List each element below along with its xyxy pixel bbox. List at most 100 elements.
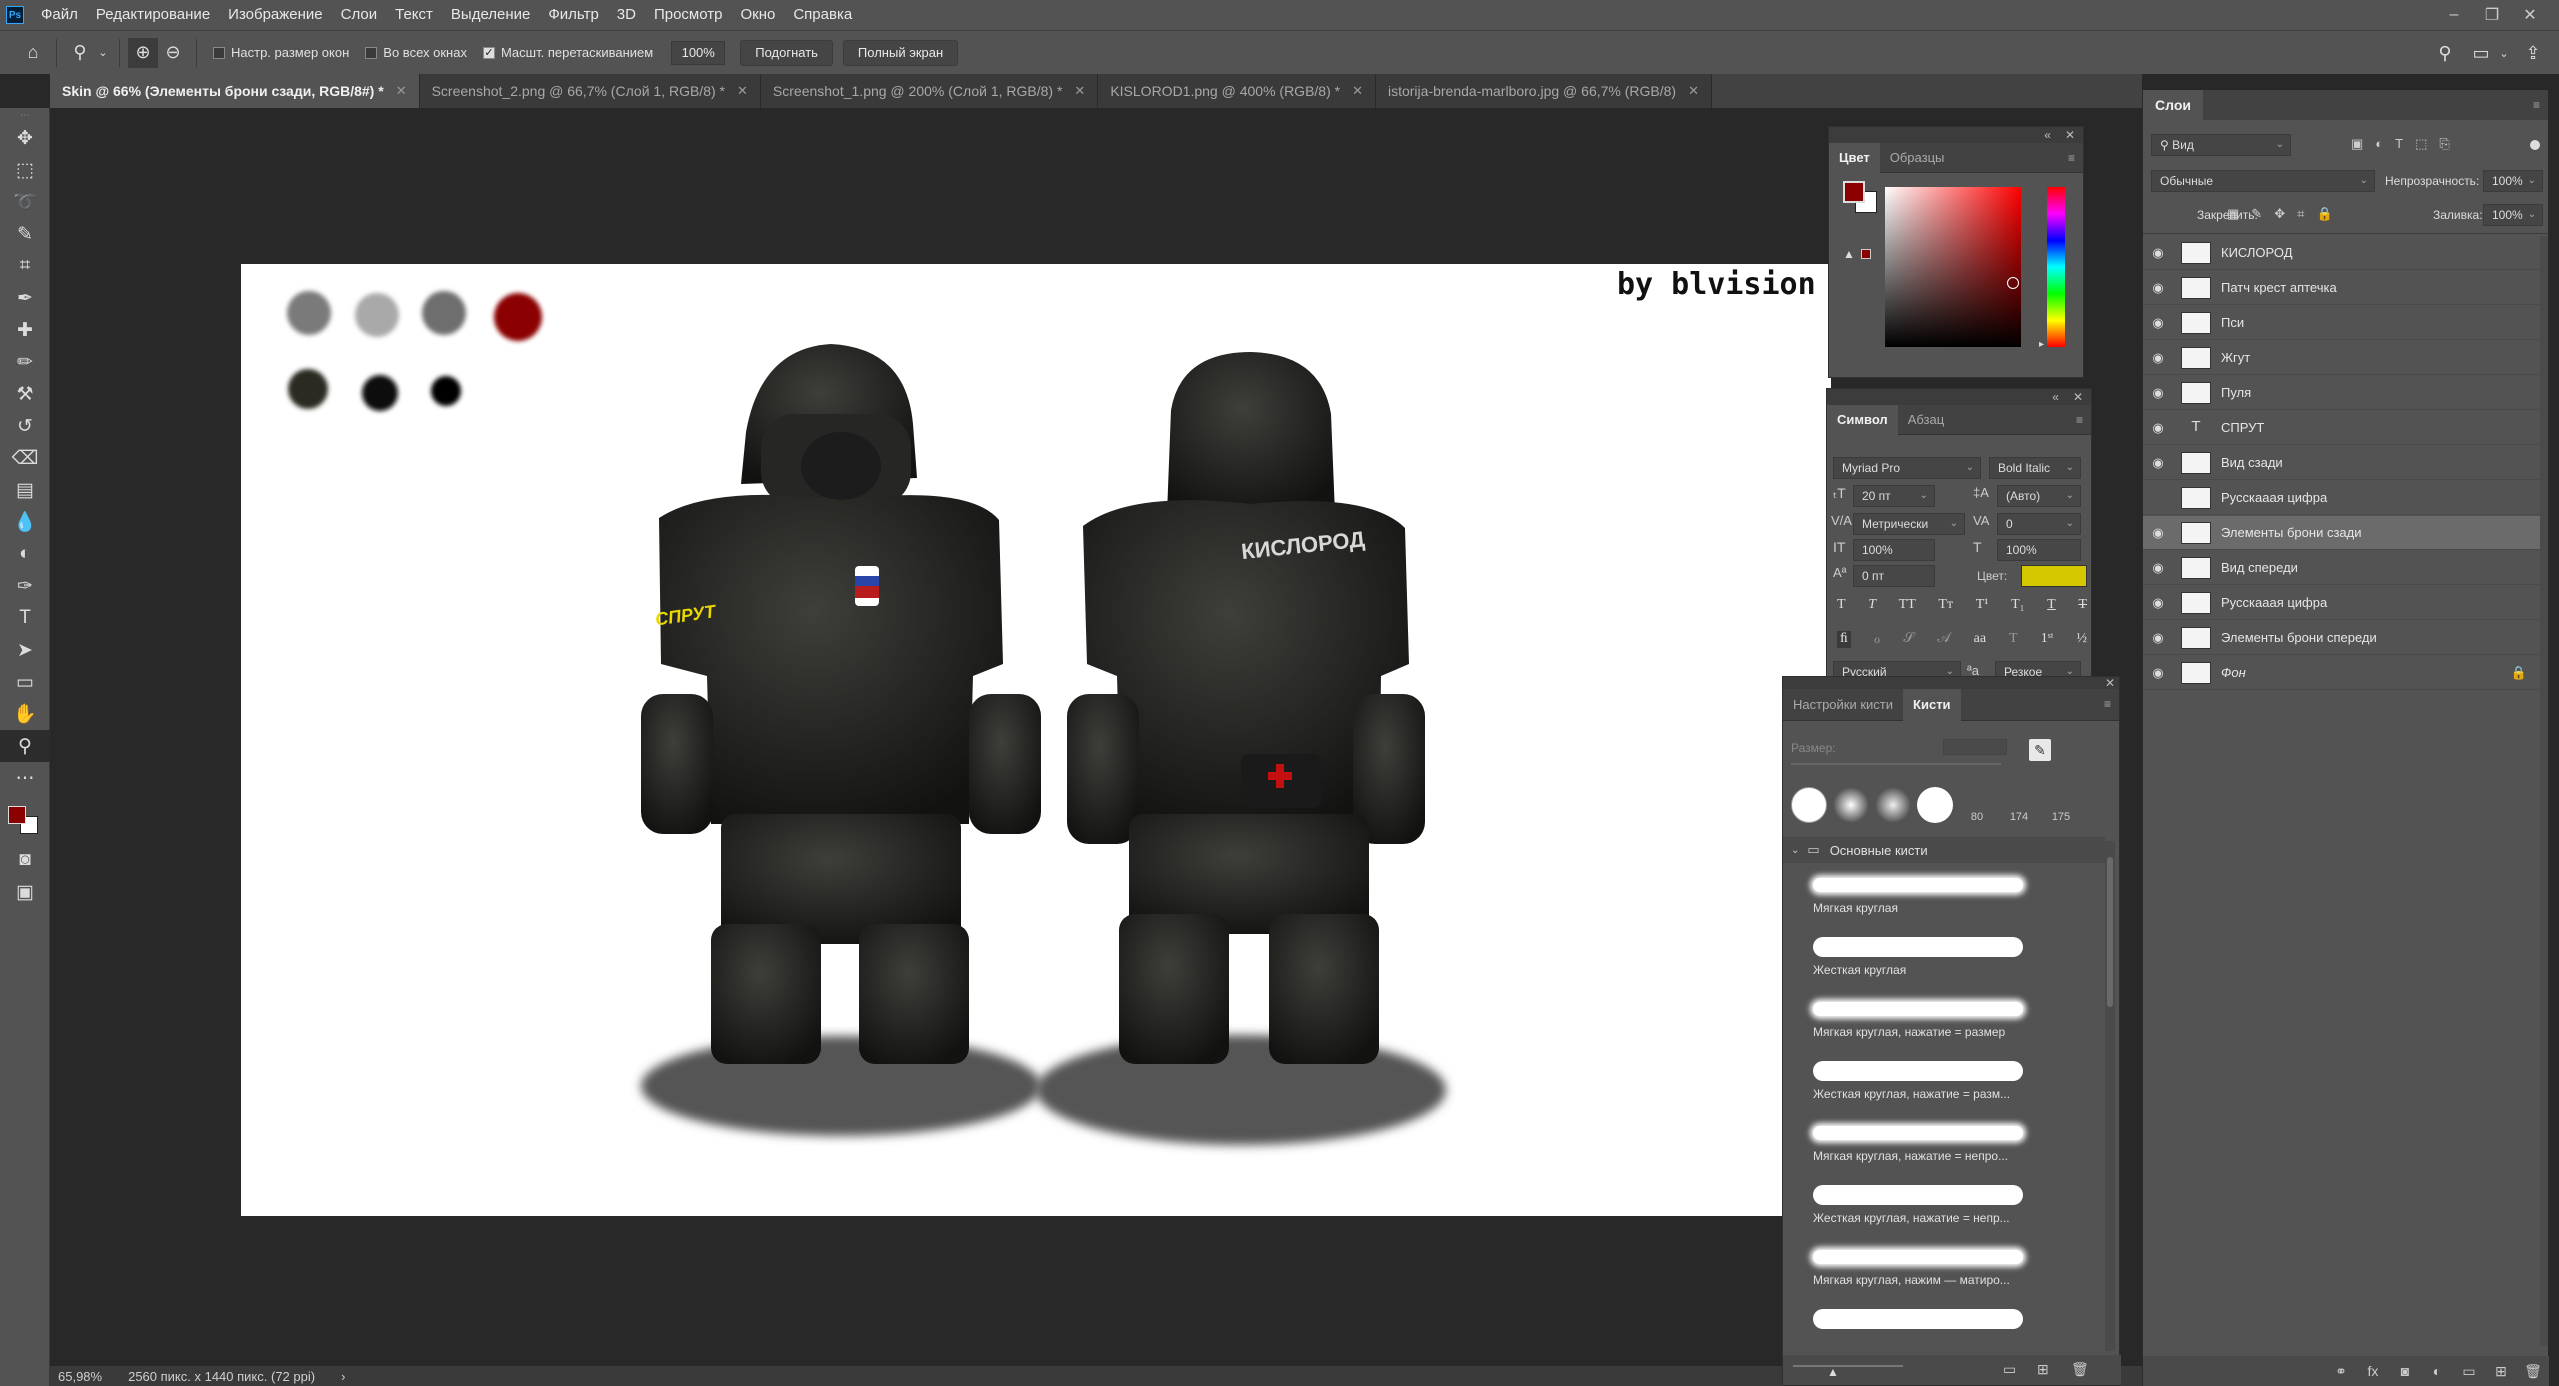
layer-name[interactable]: КИСЛОРОД (2221, 245, 2293, 260)
link-layers-icon[interactable]: ⚭ (2325, 1363, 2357, 1380)
layers-scrollbar[interactable] (2540, 236, 2548, 1346)
new-brush-preset-icon[interactable]: ⊞ (2037, 1361, 2049, 1378)
layer-thumbnail[interactable] (2181, 591, 2211, 614)
add-mask-icon[interactable]: ◙ (2389, 1363, 2421, 1379)
visibility-eye-icon[interactable]: ◉ (2143, 245, 2173, 261)
brush-preset-item[interactable]: Жесткая круглая, нажатие = непр... (1803, 1177, 2061, 1239)
chevron-down-icon[interactable]: ⌄ (95, 38, 111, 68)
layer-name[interactable]: СПРУТ (2221, 420, 2264, 435)
menu-select[interactable]: Выделение (442, 0, 539, 30)
close-panel-icon[interactable]: ✕ (2065, 128, 2075, 142)
gradient-tool-icon[interactable]: ▤ (0, 474, 50, 506)
new-group-icon[interactable]: ▭ (2453, 1363, 2485, 1380)
layer-name[interactable]: Пси (2221, 315, 2244, 330)
layer-name[interactable]: Жгут (2221, 350, 2250, 365)
brush-preset-soft-round-2[interactable] (1875, 787, 1911, 823)
ordinals-icon[interactable]: T (2009, 631, 2018, 648)
brush-preset-item[interactable] (1803, 1301, 2061, 1347)
opacity-field[interactable]: 100% ⌄ (2483, 170, 2543, 192)
font-size-field[interactable]: 20 пт ⌄ (1853, 485, 1935, 507)
layer-thumbnail[interactable] (2181, 486, 2211, 509)
trash-icon[interactable]: 🗑 (2071, 1361, 2089, 1378)
tab-swatches[interactable]: Образцы (1880, 143, 1955, 173)
filter-shape-icon[interactable]: ⬚ (2415, 136, 2427, 152)
small-caps-icon[interactable]: Tт (1938, 597, 1953, 613)
visibility-eye-icon[interactable]: ◉ (2143, 630, 2173, 646)
superscript-icon[interactable]: T¹ (1976, 597, 1989, 613)
brush-preset-174[interactable]: 174 (2001, 787, 2037, 823)
close-tab-icon[interactable]: ✕ (1352, 83, 1363, 99)
minimize-icon[interactable]: – (2436, 0, 2472, 30)
layer-thumbnail[interactable] (2181, 521, 2211, 544)
layer-row[interactable]: ◉ Русскааая цифра (2143, 586, 2543, 620)
layer-row[interactable]: ◉ Элементы брони спереди (2143, 621, 2543, 655)
filter-adjustment-icon[interactable]: ◐ (2375, 136, 2383, 152)
quick-select-tool-icon[interactable]: ✎ (0, 218, 50, 250)
panel-menu-icon[interactable]: ≡ (2068, 151, 2075, 165)
layer-style-icon[interactable]: fx (2357, 1363, 2389, 1379)
new-group-icon[interactable]: ▭ (2003, 1361, 2016, 1378)
layer-row[interactable]: ◉ Патч крест аптечка (2143, 271, 2543, 305)
home-icon[interactable]: ⌂ (18, 38, 48, 68)
close-panel-icon[interactable]: ✕ (2073, 390, 2083, 404)
layer-name[interactable]: Элементы брони сзади (2221, 525, 2361, 540)
menu-filter[interactable]: Фильтр (539, 0, 607, 30)
visibility-eye-icon[interactable]: ◉ (2143, 525, 2173, 541)
layer-thumbnail[interactable] (2181, 276, 2211, 299)
layer-thumbnail[interactable] (2181, 311, 2211, 334)
menu-edit[interactable]: Редактирование (87, 0, 219, 30)
strikethrough-icon[interactable]: T (2078, 597, 2087, 613)
fill-screen-button[interactable]: Полный экран (842, 39, 959, 66)
layer-name[interactable]: Фон (2221, 665, 2246, 680)
tab-brush-settings[interactable]: Настройки кисти (1783, 689, 1903, 721)
fit-screen-button[interactable]: Подогнать (740, 39, 833, 66)
blend-mode-dropdown[interactable]: Обычные ⌄ (2151, 170, 2375, 192)
ordinal-first-icon[interactable]: 1ˢᵗ (2041, 631, 2054, 648)
menu-3d[interactable]: 3D (608, 0, 645, 30)
workspace-icon[interactable]: ▭ (2466, 38, 2496, 68)
layer-row[interactable]: ◉ Пуля (2143, 376, 2543, 410)
move-tool-icon[interactable]: ✥ (0, 122, 50, 154)
lock-pixels-icon[interactable]: ✎ (2251, 206, 2262, 222)
layer-name[interactable]: Вид сзади (2221, 455, 2283, 470)
collapse-icon[interactable]: « (2052, 390, 2059, 404)
share-icon[interactable]: ⇪ (2518, 38, 2548, 68)
brush-tool-icon[interactable]: ✏ (0, 346, 50, 378)
baseline-shift-field[interactable]: 0 пт (1853, 565, 1935, 587)
layer-row[interactable]: ◉ Фон 🔒 (2143, 656, 2543, 690)
zoom-value-field[interactable]: 100% (671, 40, 726, 65)
slider-handle-icon[interactable]: ▲ (1827, 1365, 1839, 1379)
zoom-out-icon[interactable]: ⊖ (158, 38, 188, 68)
type-tool-icon[interactable]: T (0, 602, 50, 634)
layer-thumbnail[interactable] (2181, 346, 2211, 369)
close-tab-icon[interactable]: ✕ (737, 83, 748, 99)
tab-character[interactable]: Символ (1827, 404, 1898, 435)
discretionary-ligatures-icon[interactable]: ℴ (1874, 631, 1880, 648)
visibility-eye-icon[interactable]: ◉ (2143, 665, 2173, 681)
quick-mask-icon[interactable]: ◙ (0, 844, 50, 876)
lock-position-icon[interactable]: ✥ (2274, 206, 2285, 222)
brush-preset-item[interactable]: Мягкая круглая, нажатие = размер (1803, 991, 2061, 1053)
brush-preset-item[interactable]: Мягкая круглая, нажатие = непро... (1803, 1115, 2061, 1177)
close-window-icon[interactable]: ✕ (2512, 0, 2548, 30)
new-layer-icon[interactable]: ⊞ (2485, 1363, 2517, 1380)
layer-row[interactable]: ◉ Вид спереди (2143, 551, 2543, 585)
brush-preset-item[interactable]: Жесткая круглая (1803, 929, 2061, 991)
menu-type[interactable]: Текст (386, 0, 442, 30)
dodge-tool-icon[interactable]: ◐ (0, 538, 50, 570)
visibility-eye-icon[interactable]: ◉ (2143, 315, 2173, 331)
tab-skin[interactable]: Skin @ 66% (Элементы брони сзади, RGB/8#… (50, 74, 420, 108)
layer-row[interactable]: ◉ Жгут (2143, 341, 2543, 375)
font-style-dropdown[interactable]: Bold Italic ⌄ (1989, 457, 2081, 479)
preview-size-slider[interactable] (1793, 1365, 1903, 1367)
new-brush-icon[interactable]: ✎ (2029, 739, 2051, 761)
font-family-dropdown[interactable]: Myriad Pro ⌄ (1833, 457, 1981, 479)
brush-preset-175[interactable]: 175 (2043, 787, 2079, 823)
scrollbar-thumb[interactable] (2107, 857, 2113, 1007)
brush-size-slider[interactable] (1791, 763, 2001, 765)
brush-preset-80[interactable]: 80 (1959, 787, 1995, 823)
swash-icon[interactable]: 𝒮 (1903, 631, 1914, 648)
ligatures-icon[interactable]: ﬁ (1837, 631, 1851, 648)
layer-row[interactable]: ◉ T СПРУТ (2143, 411, 2543, 445)
hue-slider-handle-icon[interactable]: ▸ (2039, 339, 2044, 350)
